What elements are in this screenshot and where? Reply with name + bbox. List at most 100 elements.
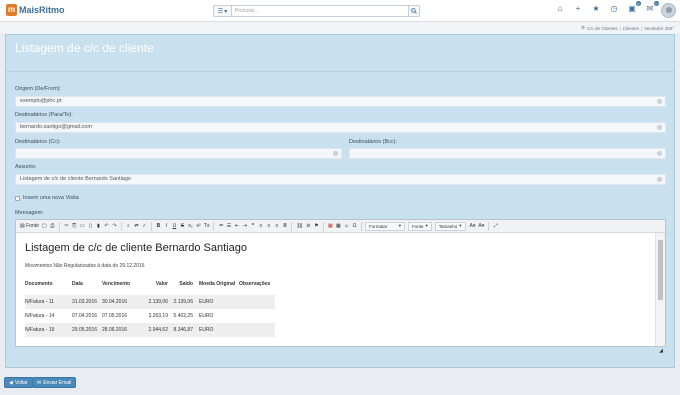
cc-field[interactable]: ×	[15, 148, 342, 159]
underline-button[interactable]: U	[171, 222, 178, 231]
anchor-icon[interactable]: ⚑	[313, 222, 320, 231]
table-cell: 29.05.2016	[72, 323, 102, 337]
bullet-list-icon[interactable]: ☰	[225, 222, 232, 231]
messages-icon[interactable]: ✉ 0	[646, 1, 659, 13]
align-left-icon[interactable]: ≡	[257, 222, 264, 231]
table-cell: EURO	[199, 313, 214, 319]
clear-icon[interactable]: ×	[657, 177, 662, 182]
cc-label: Destinatários (Cc):	[15, 139, 61, 145]
avatar[interactable]	[661, 3, 676, 18]
email-title: Listagem de c/c de cliente Bernardo Sant…	[25, 242, 247, 254]
find-icon[interactable]: ⌕	[125, 222, 132, 231]
smiley-icon[interactable]: ☺	[343, 222, 350, 231]
table-cell: N/Fatura - 19	[25, 323, 72, 337]
size-dropdown[interactable]: Tamanho ▾	[434, 221, 466, 231]
align-right-icon[interactable]: ≡	[273, 222, 280, 231]
redo-icon[interactable]: ↷	[111, 222, 118, 231]
remove-format-icon[interactable]: Tx	[203, 222, 211, 231]
origin-field[interactable]: exemplo@phc.pt ×	[15, 96, 666, 107]
clear-icon[interactable]: ×	[657, 99, 662, 104]
paste-word-icon[interactable]: ▮	[95, 222, 102, 231]
background-color-icon[interactable]: A▾	[477, 222, 485, 231]
breadcrumb-item[interactable]: C/c de Clientes	[587, 26, 618, 31]
outdent-icon[interactable]: ⇤	[233, 222, 240, 231]
table-icon[interactable]: ▦	[335, 222, 342, 231]
subscript-button[interactable]: x₂	[187, 222, 194, 231]
notifications-icon[interactable]: ▣ 0	[628, 1, 641, 13]
link-icon[interactable]: ⛓	[295, 222, 303, 231]
cut-icon[interactable]: ✂	[63, 222, 70, 231]
search-bar: ☰ ▾	[213, 5, 420, 17]
toolbar-separator	[213, 221, 215, 231]
paste-icon[interactable]: ▭	[79, 222, 86, 231]
font-dropdown[interactable]: Fonte ▾	[407, 221, 432, 231]
bold-button[interactable]: B	[155, 222, 162, 231]
toolbar-separator	[291, 221, 293, 231]
editor-toolbar: ▤ Fonte ▢ ⎙ ✂ ⎘ ▭ ▯ ▮ ↶ ↷ ⌕ ⇄ ✓ B I U S …	[16, 220, 665, 233]
table-cell: 07.04.2016	[72, 313, 98, 319]
breadcrumb-item[interactable]: Vendedor 360°	[644, 26, 674, 31]
maximize-icon[interactable]: ⤢	[492, 222, 499, 231]
new-visit-checkbox[interactable]	[15, 195, 20, 201]
indent-icon[interactable]: ⇥	[241, 222, 248, 231]
breadcrumb-item[interactable]: Clientes	[623, 26, 639, 31]
justify-icon[interactable]: ≣	[281, 222, 288, 231]
table-cell: 28.06.2016	[102, 323, 145, 337]
editor-scrollbar[interactable]	[655, 233, 665, 346]
toolbar-separator	[360, 221, 362, 231]
replace-icon[interactable]: ⇄	[133, 222, 140, 231]
align-center-icon[interactable]: ≡	[265, 222, 272, 231]
logo[interactable]: m MaisRitmo	[6, 4, 65, 16]
home-icon[interactable]: ⌂	[556, 5, 564, 13]
table-cell: 31.03.2016	[72, 295, 102, 309]
strikethrough-button[interactable]: S	[179, 222, 186, 231]
send-email-button[interactable]: ✉ Enviar Email	[32, 377, 77, 388]
superscript-button[interactable]: x²	[195, 222, 202, 231]
text-color-icon[interactable]: A▾	[469, 222, 477, 231]
image-icon[interactable]: ▦	[327, 222, 334, 231]
scroll-thumb[interactable]	[658, 240, 663, 300]
subject-field[interactable]: Listagem de c/c de cliente Bernardo Sant…	[15, 174, 666, 185]
search-type-dropdown[interactable]: ☰ ▾	[213, 5, 231, 17]
table-cell: 5.402,25	[173, 313, 193, 319]
copy-icon[interactable]: ⎘	[71, 222, 78, 231]
origin-label: Origem (De/From):	[15, 86, 62, 92]
resize-handle-icon[interactable]: ◢	[659, 348, 663, 354]
table-cell	[239, 323, 275, 337]
spellcheck-icon[interactable]: ✓	[141, 222, 148, 231]
to-label: Destinatários (Para/To):	[15, 112, 73, 118]
messages-badge: 0	[653, 1, 659, 6]
star-icon[interactable]: ★	[592, 5, 600, 13]
toolbar-separator	[120, 221, 122, 231]
editor-content[interactable]: Listagem de c/c de cliente Bernardo Sant…	[16, 233, 657, 346]
preview-icon[interactable]: ▢	[41, 222, 48, 231]
clear-icon[interactable]: ×	[657, 151, 662, 156]
numbered-list-icon[interactable]: ≔	[217, 222, 224, 231]
undo-icon[interactable]: ↶	[103, 222, 110, 231]
clear-icon[interactable]: ×	[657, 125, 662, 130]
table-cell: EURO	[195, 295, 239, 309]
table-cell: EURO	[195, 323, 239, 337]
toolbar-separator	[150, 221, 152, 231]
clear-icon[interactable]: ×	[333, 151, 338, 156]
plus-icon[interactable]: +	[574, 5, 582, 13]
format-dropdown[interactable]: Formatar ▾	[364, 221, 405, 231]
blockquote-icon[interactable]: ❞	[249, 222, 256, 231]
toolbar-separator	[488, 221, 490, 231]
clock-icon[interactable]: ◷	[610, 5, 618, 13]
search-input[interactable]	[231, 5, 409, 17]
back-button[interactable]: ◀ Voltar	[4, 377, 33, 388]
to-field[interactable]: bernardo.santigo@gmail.com ×	[15, 122, 666, 133]
italic-button[interactable]: I	[163, 222, 170, 231]
bcc-field[interactable]: ×	[349, 148, 666, 159]
new-visit-row: Inserir uma nova Visita	[15, 195, 79, 201]
special-char-icon[interactable]: Ω	[351, 222, 358, 231]
search-button[interactable]	[409, 5, 420, 17]
gear-icon[interactable]: ⚙	[581, 25, 585, 31]
chevron-down-icon: ▾	[398, 223, 401, 228]
source-button[interactable]: ▤ Fonte	[19, 222, 40, 231]
size-label: Tamanho	[438, 223, 458, 229]
unlink-icon[interactable]: ⊘	[305, 222, 312, 231]
paste-text-icon[interactable]: ▯	[87, 222, 94, 231]
print-icon[interactable]: ⎙	[49, 222, 56, 231]
